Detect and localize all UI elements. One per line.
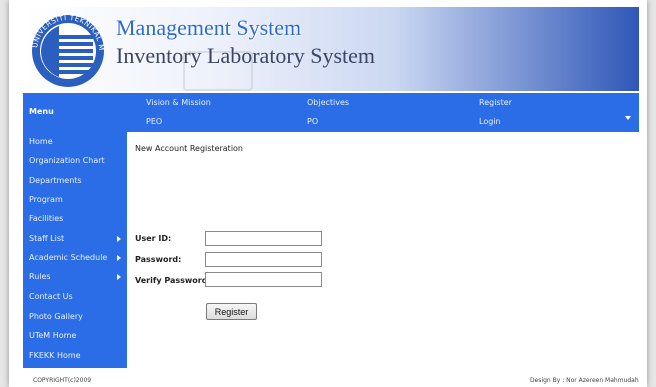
nav-login[interactable]: Login: [479, 117, 501, 126]
sidebar-item-facilities[interactable]: Facilities: [29, 210, 125, 228]
sidebar-item-label: Home: [29, 137, 53, 146]
menu-label: Menu: [29, 107, 54, 116]
sidebar-item-contact-us[interactable]: Contact Us: [29, 288, 125, 306]
page-title: New Account Registeration: [135, 144, 243, 153]
nav-vision-mission[interactable]: Vision & Mission: [146, 98, 211, 107]
site-header: UNIVERSITI TEKNIKAL MALAYSIA MELAKA Mana…: [23, 7, 639, 91]
sidebar-item-fkekk-home[interactable]: FKEKK Home: [29, 347, 125, 365]
sidebar-item-label: Photo Gallery: [29, 312, 83, 321]
sidebar-item-label: Departments: [29, 176, 82, 185]
verify-password-label: Verify Password:: [135, 276, 211, 285]
sidebar-item-label: Staff List: [29, 234, 65, 243]
sidebar-item-program[interactable]: Program: [29, 191, 125, 209]
password-field[interactable]: [205, 252, 322, 267]
chevron-right-icon: [117, 274, 121, 280]
site-title: Management System: [116, 15, 302, 40]
sidebar-item-label: UTeM Home: [29, 331, 77, 340]
chevron-right-icon: [117, 236, 121, 242]
sidebar-item-departments[interactable]: Departments: [29, 172, 125, 190]
sidebar-item-photo-gallery[interactable]: Photo Gallery: [29, 308, 125, 326]
sidebar-item-label: Organization Chart: [29, 156, 105, 165]
nav-po[interactable]: PO: [307, 117, 318, 126]
sidebar-item-label: Program: [29, 195, 63, 204]
sidebar-item-rules[interactable]: Rules: [29, 268, 125, 286]
copyright-text: COPYRIGHT(c)2009: [33, 377, 92, 384]
top-navigation: Menu Vision & Mission Objectives Registe…: [23, 93, 639, 132]
site-subtitle: Inventory Laboratory System: [116, 43, 376, 68]
university-logo: UNIVERSITI TEKNIKAL MALAYSIA MELAKA: [27, 9, 105, 87]
sidebar-item-academic-schedule[interactable]: Academic Schedule: [29, 249, 125, 267]
sidebar-menu: Home Organization Chart Departments Prog…: [23, 132, 127, 368]
password-label: Password:: [135, 255, 182, 264]
user-id-label: User ID:: [135, 234, 172, 243]
chevron-right-icon: [117, 255, 121, 261]
chevron-down-icon[interactable]: [625, 116, 631, 120]
sidebar-item-utem-home[interactable]: UTeM Home: [29, 327, 125, 345]
sidebar-item-label: Contact Us: [29, 292, 73, 301]
nav-peo[interactable]: PEO: [146, 117, 162, 126]
sidebar-item-label: Academic Schedule: [29, 253, 108, 262]
nav-register[interactable]: Register: [479, 98, 512, 107]
sidebar-item-label: Rules: [29, 272, 51, 281]
sidebar-item-label: FKEKK Home: [29, 351, 81, 360]
user-id-field[interactable]: [205, 231, 322, 246]
nav-objectives[interactable]: Objectives: [307, 98, 349, 107]
sidebar-item-home[interactable]: Home: [29, 133, 125, 151]
sidebar-item-label: Facilities: [29, 214, 64, 223]
sidebar-item-staff-list[interactable]: Staff List: [29, 230, 125, 248]
design-credit: Design By : Nor Azereen Mahmudah: [530, 377, 639, 384]
register-button[interactable]: Register: [206, 303, 257, 320]
verify-password-field[interactable]: [205, 272, 322, 287]
sidebar-item-organization-chart[interactable]: Organization Chart: [29, 152, 125, 170]
